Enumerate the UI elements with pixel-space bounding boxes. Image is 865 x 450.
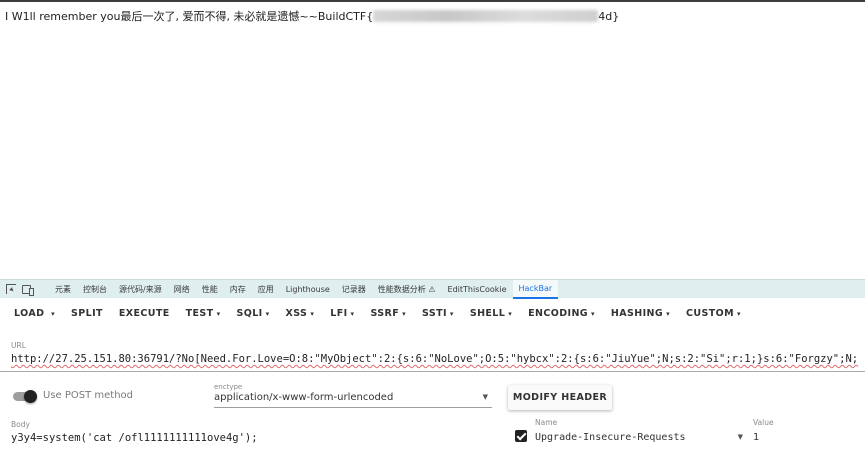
hashing-menu-button[interactable]: HASHING ▾ xyxy=(603,302,678,326)
chevron-down-icon: ▾ xyxy=(508,310,513,318)
shell-menu-button[interactable]: SHELL ▾ xyxy=(462,302,520,326)
sqli-menu-button[interactable]: SQLI ▾ xyxy=(228,302,277,326)
tab-lighthouse[interactable]: Lighthouse xyxy=(280,280,336,299)
inspect-element-icon[interactable] xyxy=(6,284,16,294)
custom-menu-button[interactable]: CUSTOM ▾ xyxy=(678,302,749,326)
tab-hackbar[interactable]: HackBar xyxy=(512,279,559,299)
body-field-label: Body xyxy=(11,420,30,429)
url-field-label: URL xyxy=(11,341,26,350)
chevron-down-icon: ▾ xyxy=(591,310,595,318)
top-border xyxy=(0,0,865,2)
tab-application[interactable]: 应用 xyxy=(252,280,280,299)
tab-network[interactable]: 网络 xyxy=(168,280,196,299)
chevron-down-icon: ▾ xyxy=(51,310,56,318)
chevron-down-icon: ▾ xyxy=(736,310,741,318)
tab-memory[interactable]: 内存 xyxy=(224,280,252,299)
tab-performance[interactable]: 性能 xyxy=(196,280,224,299)
modify-header-button[interactable]: MODIFY HEADER xyxy=(508,385,612,410)
xss-menu-button[interactable]: XSS ▾ xyxy=(278,302,323,326)
redacted-flag-blur xyxy=(373,10,599,22)
header-name-label: Name xyxy=(535,418,558,427)
encoding-menu-button[interactable]: ENCODING ▾ xyxy=(520,302,603,326)
ssti-menu-button[interactable]: SSTI ▾ xyxy=(414,302,462,326)
chevron-down-icon: ▾ xyxy=(216,310,221,318)
dropdown-arrow-icon: ▼ xyxy=(482,393,488,401)
tab-recorder[interactable]: 记录器 xyxy=(336,280,372,299)
tab-performance-insights[interactable]: 性能数据分析 ⚠ xyxy=(372,280,442,299)
output-prefix: I W1ll remember you最后一次了, 爱而不得, 未必就是遗憾~~… xyxy=(5,10,374,23)
tab-console[interactable]: 控制台 xyxy=(77,280,113,299)
post-method-toggle[interactable] xyxy=(13,390,37,403)
hackbar-toolbar: LOAD ▾ SPLIT EXECUTE TEST ▾ SQLI ▾ XSS ▾ LF… xyxy=(0,298,865,330)
header-name-select[interactable]: Upgrade-Insecure-Requests ▼ xyxy=(535,432,745,443)
url-input-underline xyxy=(0,371,865,372)
dropdown-arrow-icon: ▼ xyxy=(737,433,743,441)
split-button[interactable]: SPLIT xyxy=(63,302,111,326)
execute-button[interactable]: EXECUTE xyxy=(111,302,178,326)
enctype-select[interactable]: application/x-www-form-urlencoded ▼ xyxy=(214,392,492,408)
url-input[interactable]: http://27.25.151.80:36791/?No[Need.For.L… xyxy=(11,353,865,371)
devtools-tab-strip: 元素 控制台 源代码/来源 网络 性能 内存 应用 Lighthouse 记录器… xyxy=(0,279,865,299)
test-menu-button[interactable]: TEST ▾ xyxy=(178,302,229,326)
chevron-down-icon: ▾ xyxy=(265,310,270,318)
tab-elements[interactable]: 元素 xyxy=(49,280,77,299)
load-button[interactable]: LOAD ▾ xyxy=(0,302,63,326)
header-value-label: Value xyxy=(753,418,774,427)
chevron-down-icon: ▾ xyxy=(402,310,407,318)
chevron-down-icon: ▾ xyxy=(310,310,315,318)
chevron-down-icon: ▾ xyxy=(666,310,671,318)
tab-sources[interactable]: 源代码/来源 xyxy=(113,280,168,299)
post-method-label: Use POST method xyxy=(43,390,134,401)
page-output-text: I W1ll remember you最后一次了, 爱而不得, 未必就是遗憾~~… xyxy=(5,8,619,24)
output-suffix: 4d} xyxy=(598,10,620,23)
chevron-down-icon: ▾ xyxy=(350,310,355,318)
lfi-menu-button[interactable]: LFI ▾ xyxy=(322,302,362,326)
header-enabled-checkbox[interactable] xyxy=(515,430,527,442)
device-toolbar-icon[interactable] xyxy=(22,284,34,296)
ssrf-menu-button[interactable]: SSRF ▾ xyxy=(362,302,414,326)
body-input[interactable]: y3y4=system('cat /ofl1111111111ove4g'); xyxy=(11,432,491,444)
tab-editthiscookie[interactable]: EditThisCookie xyxy=(442,280,513,299)
enctype-label: enctype xyxy=(214,383,243,391)
header-value-input[interactable]: 1 xyxy=(753,432,759,443)
chevron-down-icon: ▾ xyxy=(449,310,454,318)
